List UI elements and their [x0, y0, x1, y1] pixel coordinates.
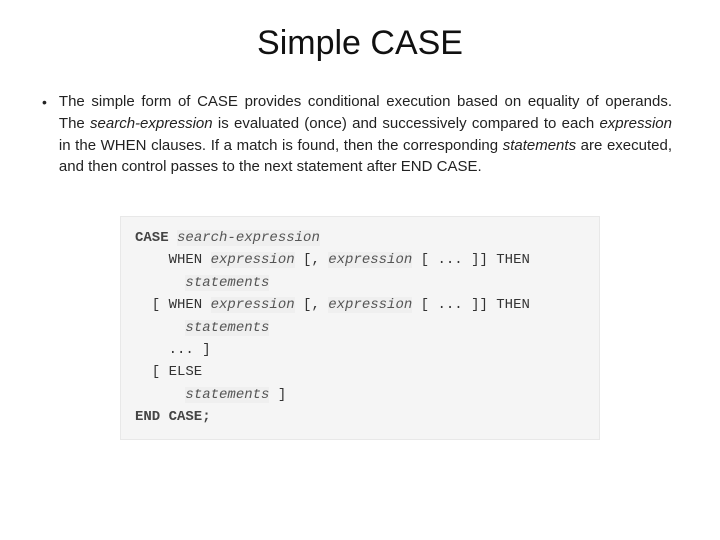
code-text: ] — [269, 387, 286, 403]
code-ital: expression — [211, 297, 295, 313]
code-syntax-block: CASE search-expression WHEN expression [… — [120, 216, 600, 440]
text-frag: in the WHEN clauses. If a match is found… — [59, 137, 503, 154]
code-text: [ ... ]] THEN — [412, 252, 530, 268]
italic-expression: expression — [599, 115, 672, 132]
code-text — [135, 387, 185, 403]
keyword-case: CASE — [197, 93, 238, 110]
bullet-item: • The simple form of CASE provides condi… — [48, 91, 672, 178]
code-text: [, — [295, 297, 329, 313]
code-text — [135, 275, 185, 291]
code-text: [ WHEN — [135, 297, 211, 313]
code-ital: statements — [185, 387, 269, 403]
code-text: [ ... ]] THEN — [412, 297, 530, 313]
code-ital: expression — [328, 252, 412, 268]
code-text: [, — [295, 252, 329, 268]
code-text: ... ] — [135, 342, 211, 358]
italic-search-expression: search-expression — [90, 115, 213, 132]
italic-statements: statements — [503, 137, 576, 154]
text-frag: The simple form of — [59, 93, 197, 110]
text-frag: is evaluated (once) and successively com… — [213, 115, 600, 132]
bullet-marker: • — [42, 91, 47, 113]
code-text: [ ELSE — [135, 364, 202, 380]
code-ital: expression — [211, 252, 295, 268]
description-paragraph: The simple form of CASE provides conditi… — [59, 91, 672, 178]
code-kw: CASE — [135, 230, 177, 246]
code-kw: END CASE; — [135, 409, 211, 425]
code-ital: search-expression — [177, 230, 320, 246]
code-ital: expression — [328, 297, 412, 313]
code-text: WHEN — [135, 252, 211, 268]
code-ital: statements — [185, 320, 269, 336]
code-text — [135, 320, 185, 336]
code-ital: statements — [185, 275, 269, 291]
slide-title: Simple CASE — [48, 24, 672, 63]
